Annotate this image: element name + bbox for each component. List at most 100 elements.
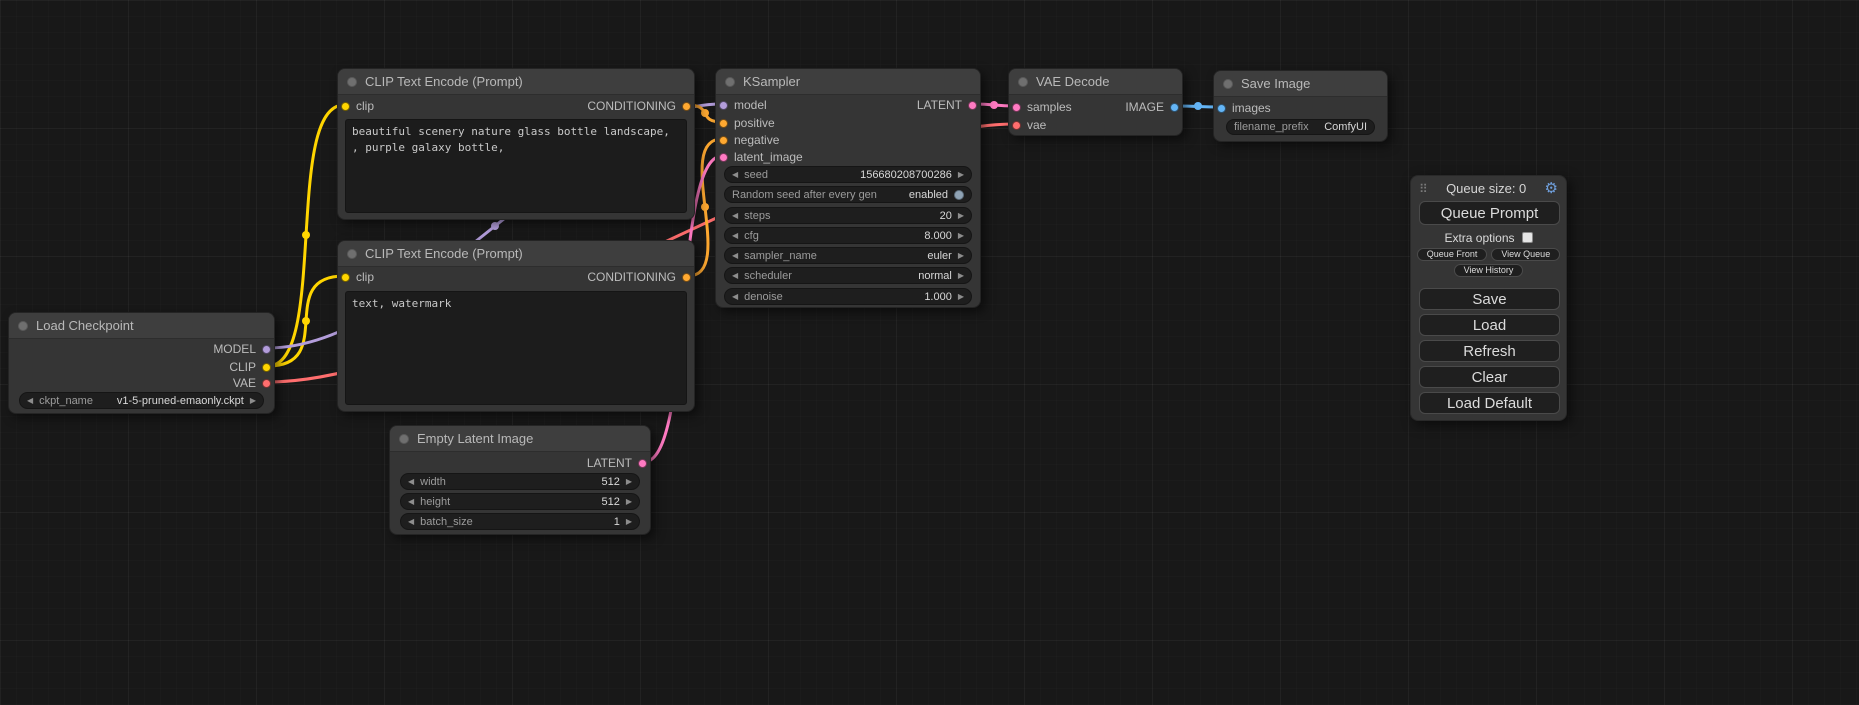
- node-collapse-dot[interactable]: [399, 434, 409, 444]
- slot-dot-model[interactable]: [262, 345, 271, 354]
- node-clip-text-encode-negative[interactable]: CLIP Text Encode (Prompt) clip CONDITION…: [337, 240, 695, 412]
- slot-dot-latent[interactable]: [638, 459, 647, 468]
- slot-dot-latent[interactable]: [968, 101, 977, 110]
- slot-dot-vae[interactable]: [262, 379, 271, 388]
- toggle-dot-icon[interactable]: [954, 190, 964, 200]
- decrement-arrow-icon[interactable]: ◀: [732, 171, 738, 179]
- widget-width[interactable]: ◀ width 512 ▶: [400, 473, 640, 490]
- node-titlebar[interactable]: KSampler: [716, 69, 980, 95]
- slot-dot-clip[interactable]: [341, 102, 350, 111]
- slot-dot-conditioning[interactable]: [682, 273, 691, 282]
- node-collapse-dot[interactable]: [1018, 77, 1028, 87]
- node-ksampler[interactable]: KSampler model positive negative latent_…: [715, 68, 981, 308]
- output-slot-latent[interactable]: LATENT: [587, 456, 647, 470]
- increment-arrow-icon[interactable]: ▶: [958, 252, 964, 260]
- node-collapse-dot[interactable]: [725, 77, 735, 87]
- input-slot-model[interactable]: model: [719, 98, 767, 112]
- slot-dot-clip[interactable]: [262, 363, 271, 372]
- increment-arrow-icon[interactable]: ▶: [626, 478, 632, 486]
- extra-options-checkbox[interactable]: [1522, 232, 1533, 243]
- increment-arrow-icon[interactable]: ▶: [958, 171, 964, 179]
- view-queue-button[interactable]: View Queue: [1491, 248, 1560, 261]
- decrement-arrow-icon[interactable]: ◀: [732, 293, 738, 301]
- increment-arrow-icon[interactable]: ▶: [958, 212, 964, 220]
- input-slot-negative[interactable]: negative: [719, 133, 779, 147]
- node-save-image[interactable]: Save Image images filename_prefix ComfyU…: [1213, 70, 1388, 142]
- decrement-arrow-icon[interactable]: ◀: [408, 478, 414, 486]
- node-collapse-dot[interactable]: [1223, 79, 1233, 89]
- comfy-menu-panel[interactable]: ⠿ Queue size: 0 ⚙ Queue Prompt Extra opt…: [1410, 175, 1567, 421]
- output-slot-conditioning[interactable]: CONDITIONING: [587, 270, 691, 284]
- input-slot-latent-image[interactable]: latent_image: [719, 150, 803, 164]
- input-slot-images[interactable]: images: [1217, 101, 1271, 115]
- input-slot-positive[interactable]: positive: [719, 116, 775, 130]
- output-slot-conditioning[interactable]: CONDITIONING: [587, 99, 691, 113]
- output-slot-model[interactable]: MODEL: [213, 342, 271, 356]
- node-collapse-dot[interactable]: [18, 321, 28, 331]
- input-slot-vae[interactable]: vae: [1012, 118, 1046, 132]
- node-titlebar[interactable]: Load Checkpoint: [9, 313, 274, 339]
- decrement-arrow-icon[interactable]: ◀: [408, 498, 414, 506]
- widget-denoise[interactable]: ◀ denoise 1.000 ▶: [724, 288, 972, 305]
- decrement-arrow-icon[interactable]: ◀: [732, 212, 738, 220]
- widget-seed[interactable]: ◀ seed 156680208700286 ▶: [724, 166, 972, 183]
- increment-arrow-icon[interactable]: ▶: [958, 293, 964, 301]
- node-graph-canvas[interactable]: Load Checkpoint MODEL CLIP VAE ◀ ckpt_na…: [0, 0, 1859, 705]
- node-load-checkpoint[interactable]: Load Checkpoint MODEL CLIP VAE ◀ ckpt_na…: [8, 312, 275, 414]
- increment-arrow-icon[interactable]: ▶: [958, 272, 964, 280]
- widget-scheduler[interactable]: ◀ scheduler normal ▶: [724, 267, 972, 284]
- slot-dot-latent[interactable]: [1012, 103, 1021, 112]
- slot-dot-vae[interactable]: [1012, 121, 1021, 130]
- prompt-textarea[interactable]: text, watermark: [345, 291, 687, 405]
- widget-steps[interactable]: ◀ steps 20 ▶: [724, 207, 972, 224]
- node-collapse-dot[interactable]: [347, 77, 357, 87]
- increment-arrow-icon[interactable]: ▶: [626, 498, 632, 506]
- slot-dot-latent[interactable]: [719, 153, 728, 162]
- decrement-arrow-icon[interactable]: ◀: [732, 272, 738, 280]
- decrement-arrow-icon[interactable]: ◀: [732, 232, 738, 240]
- load-button[interactable]: Load: [1419, 314, 1560, 336]
- widget-batch-size[interactable]: ◀ batch_size 1 ▶: [400, 513, 640, 530]
- decrement-arrow-icon[interactable]: ◀: [27, 397, 33, 405]
- node-titlebar[interactable]: CLIP Text Encode (Prompt): [338, 241, 694, 267]
- widget-ckpt-name[interactable]: ◀ ckpt_name v1-5-pruned-emaonly.ckpt ▶: [19, 392, 264, 409]
- prompt-textarea[interactable]: beautiful scenery nature glass bottle la…: [345, 119, 687, 213]
- increment-arrow-icon[interactable]: ▶: [626, 518, 632, 526]
- slot-dot-image[interactable]: [1170, 103, 1179, 112]
- queue-front-button[interactable]: Queue Front: [1417, 248, 1488, 261]
- decrement-arrow-icon[interactable]: ◀: [408, 518, 414, 526]
- increment-arrow-icon[interactable]: ▶: [250, 397, 256, 405]
- input-slot-samples[interactable]: samples: [1012, 100, 1072, 114]
- widget-filename-prefix[interactable]: filename_prefix ComfyUI: [1226, 119, 1375, 135]
- node-empty-latent-image[interactable]: Empty Latent Image LATENT ◀ width 512 ▶ …: [389, 425, 651, 535]
- node-collapse-dot[interactable]: [347, 249, 357, 259]
- slot-dot-conditioning[interactable]: [682, 102, 691, 111]
- increment-arrow-icon[interactable]: ▶: [958, 232, 964, 240]
- view-history-button[interactable]: View History: [1454, 264, 1524, 277]
- slot-dot-model[interactable]: [719, 101, 728, 110]
- node-titlebar[interactable]: VAE Decode: [1009, 69, 1182, 95]
- output-slot-latent[interactable]: LATENT: [917, 98, 977, 112]
- queue-prompt-button[interactable]: Queue Prompt: [1419, 201, 1560, 225]
- slot-dot-conditioning[interactable]: [719, 119, 728, 128]
- clear-button[interactable]: Clear: [1419, 366, 1560, 388]
- settings-gear-icon[interactable]: ⚙: [1545, 181, 1558, 196]
- output-slot-image[interactable]: IMAGE: [1125, 100, 1179, 114]
- widget-random-seed-toggle[interactable]: Random seed after every gen enabled: [724, 186, 972, 203]
- widget-sampler-name[interactable]: ◀ sampler_name euler ▶: [724, 247, 972, 264]
- node-titlebar[interactable]: CLIP Text Encode (Prompt): [338, 69, 694, 95]
- slot-dot-image[interactable]: [1217, 104, 1226, 113]
- node-titlebar[interactable]: Save Image: [1214, 71, 1387, 97]
- widget-cfg[interactable]: ◀ cfg 8.000 ▶: [724, 227, 972, 244]
- load-default-button[interactable]: Load Default: [1419, 392, 1560, 414]
- node-titlebar[interactable]: Empty Latent Image: [390, 426, 650, 452]
- decrement-arrow-icon[interactable]: ◀: [732, 252, 738, 260]
- drag-handle-icon[interactable]: ⠿: [1419, 183, 1428, 195]
- refresh-button[interactable]: Refresh: [1419, 340, 1560, 362]
- slot-dot-clip[interactable]: [341, 273, 350, 282]
- widget-height[interactable]: ◀ height 512 ▶: [400, 493, 640, 510]
- node-clip-text-encode-positive[interactable]: CLIP Text Encode (Prompt) clip CONDITION…: [337, 68, 695, 220]
- input-slot-clip[interactable]: clip: [341, 270, 374, 284]
- slot-dot-conditioning[interactable]: [719, 136, 728, 145]
- save-button[interactable]: Save: [1419, 288, 1560, 310]
